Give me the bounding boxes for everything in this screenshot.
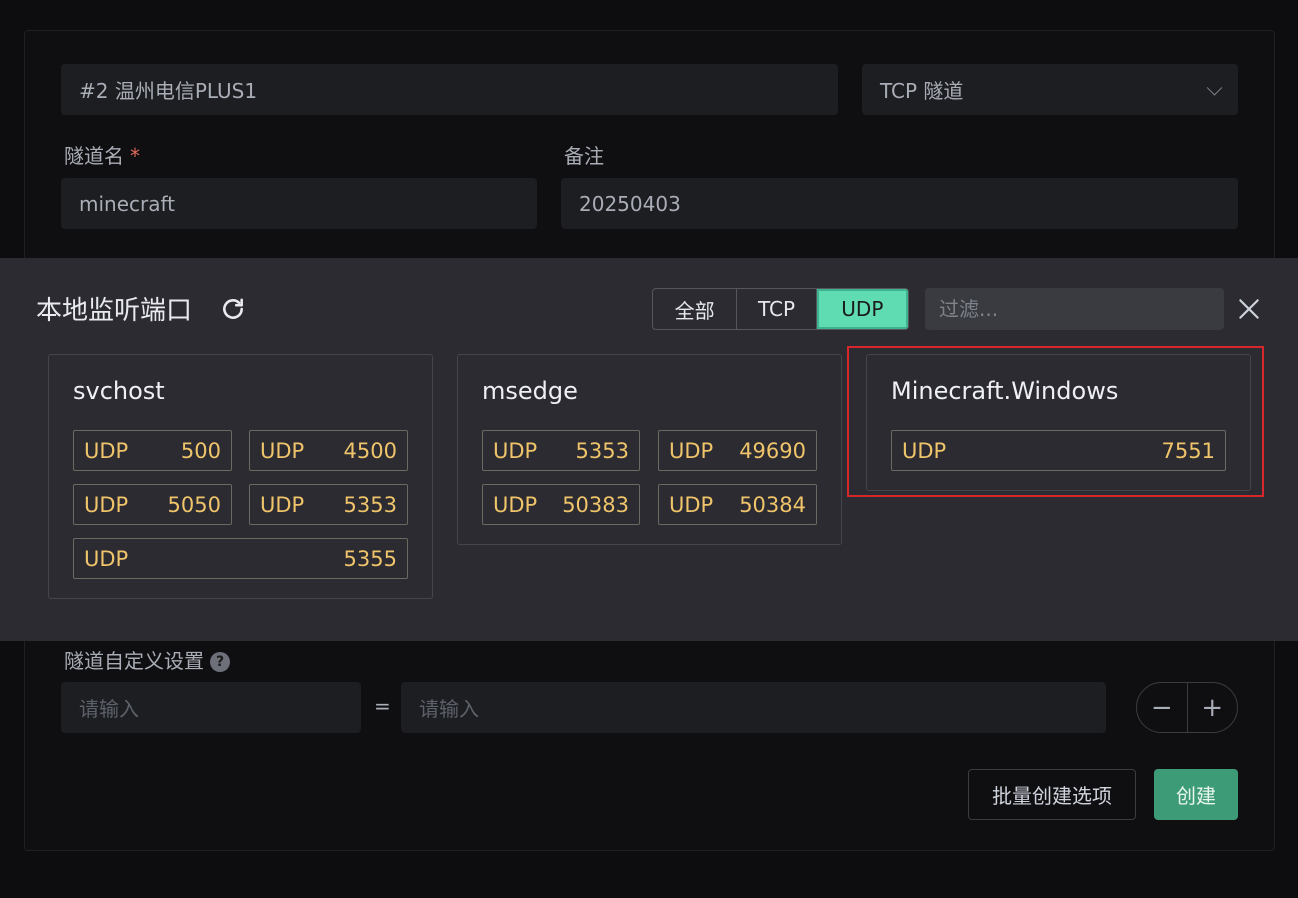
tunnel-name-input[interactable]: minecraft — [61, 178, 537, 229]
port-item[interactable]: UDP 5353 — [249, 484, 408, 525]
custom-value-input[interactable]: 请输入 — [401, 682, 1106, 733]
tunnel-name-value: minecraft — [79, 191, 176, 216]
node-select[interactable]: #2 温州电信PLUS1 — [61, 64, 838, 115]
chevron-down-icon — [1206, 79, 1223, 96]
create-button[interactable]: 创建 — [1154, 769, 1238, 820]
required-mark: * — [130, 144, 140, 168]
custom-key-input[interactable]: 请输入 — [61, 682, 361, 733]
port-item[interactable]: UDP 5353 — [482, 430, 640, 471]
filter-all[interactable]: 全部 — [653, 289, 738, 329]
filter-input[interactable] — [925, 288, 1224, 330]
process-name: svchost — [73, 377, 165, 405]
node-select-value: #2 温州电信PLUS1 — [79, 79, 258, 103]
filter-udp[interactable]: UDP — [816, 289, 908, 329]
help-icon[interactable]: ? — [210, 652, 230, 672]
remark-label: 备注 — [564, 144, 604, 168]
port-item[interactable]: UDP 4500 — [249, 430, 408, 471]
protocol-filter: 全部 TCP UDP — [652, 288, 909, 330]
batch-create-button[interactable]: 批量创建选项 — [968, 769, 1136, 820]
remark-input[interactable]: 20250403 — [561, 178, 1238, 229]
highlight-box — [847, 346, 1264, 497]
refresh-icon[interactable] — [220, 296, 246, 322]
remove-row-button[interactable]: − — [1137, 683, 1188, 732]
custom-settings-label: 隧道自定义设置? — [64, 645, 230, 674]
panel-title: 本地监听端口 — [36, 296, 193, 326]
close-icon[interactable] — [1236, 296, 1262, 322]
add-row-button[interactable]: + — [1188, 683, 1238, 732]
port-item[interactable]: UDP 50383 — [482, 484, 640, 525]
filter-tcp[interactable]: TCP — [737, 289, 817, 329]
equals-sign: = — [374, 694, 391, 718]
tunnel-type-select[interactable]: TCP 隧道 — [862, 64, 1238, 115]
tunnel-name-label: 隧道名 * — [64, 144, 140, 168]
port-item[interactable]: UDP 5355 — [73, 538, 408, 579]
process-name: msedge — [482, 377, 578, 405]
port-item[interactable]: UDP 50384 — [658, 484, 817, 525]
tunnel-type-value: TCP 隧道 — [880, 79, 964, 103]
row-stepper: − + — [1136, 682, 1238, 733]
remark-value: 20250403 — [579, 191, 681, 216]
port-item[interactable]: UDP 49690 — [658, 430, 817, 471]
port-item[interactable]: UDP 5050 — [73, 484, 232, 525]
port-item[interactable]: UDP 500 — [73, 430, 232, 471]
